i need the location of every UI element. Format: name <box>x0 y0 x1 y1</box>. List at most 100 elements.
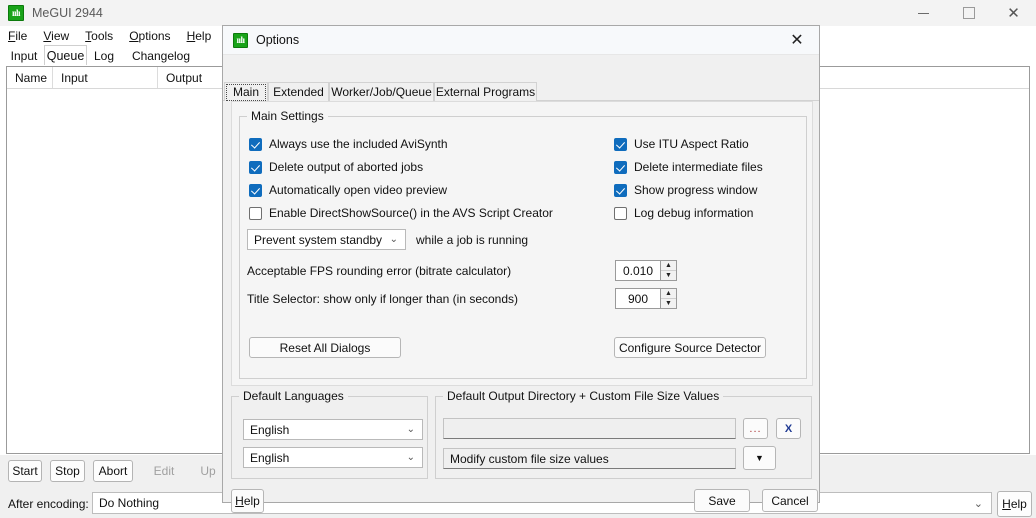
cancel-button[interactable]: Cancel <box>762 489 818 512</box>
spinner-up-icon[interactable]: ▲ <box>661 289 676 299</box>
options-dialog: ıılı Options ✕ Main Extended Worker/Job/… <box>222 25 820 503</box>
checkbox-delete-output-aborted-jobs[interactable]: Delete output of aborted jobs <box>249 160 423 174</box>
fps-rounding-label: Acceptable FPS rounding error (bitrate c… <box>247 264 511 278</box>
spinner-down-icon[interactable]: ▼ <box>661 299 676 308</box>
window-controls: ✕ <box>901 0 1036 26</box>
checkbox-label: Delete intermediate files <box>634 160 763 174</box>
megui-logo-icon: ıılı <box>8 5 24 21</box>
title-selector-label: Title Selector: show only if longer than… <box>247 292 518 306</box>
spinner-buttons[interactable]: ▲ ▼ <box>660 260 677 281</box>
checkbox-log-debug-information[interactable]: Log debug information <box>614 206 753 220</box>
abort-button[interactable]: Abort <box>93 460 133 482</box>
tab-worker-job-queue[interactable]: Worker/Job/Queue <box>329 82 434 101</box>
column-header-input[interactable]: Input <box>53 67 158 88</box>
fps-rounding-spinner[interactable]: 0.010 ▲ ▼ <box>615 260 677 281</box>
title-selector-value[interactable]: 900 <box>615 288 660 309</box>
fps-rounding-value[interactable]: 0.010 <box>615 260 660 281</box>
checkbox-indicator <box>614 161 627 174</box>
chevron-down-icon: ⌄ <box>974 497 983 510</box>
menu-item-view[interactable]: View <box>35 29 77 43</box>
tab-input[interactable]: Input <box>4 47 44 65</box>
tab-log[interactable]: Log <box>89 47 119 65</box>
menu-item-options-rest: ptions <box>139 29 171 43</box>
tab-queue[interactable]: Queue <box>44 45 87 65</box>
start-button[interactable]: Start <box>8 460 42 482</box>
checkbox-label: Always use the included AviSynth <box>269 137 448 151</box>
checkbox-show-progress-window[interactable]: Show progress window <box>614 183 757 197</box>
chevron-down-icon: ⌄ <box>407 423 415 434</box>
custom-file-size-input[interactable]: Modify custom file size values <box>443 448 736 469</box>
minimize-icon[interactable] <box>901 0 946 26</box>
checkbox-label: Automatically open video preview <box>269 183 447 197</box>
main-help-button[interactable]: Help <box>997 491 1032 517</box>
menu-item-help[interactable]: Help <box>179 29 220 43</box>
checkbox-label: Delete output of aborted jobs <box>269 160 423 174</box>
default-output-group-label: Default Output Directory + Custom File S… <box>443 389 723 403</box>
checkbox-delete-intermediate-files[interactable]: Delete intermediate files <box>614 160 763 174</box>
menu-item-file-rest: ile <box>15 29 27 43</box>
checkbox-indicator <box>249 207 262 220</box>
checkbox-label: Log debug information <box>634 206 753 220</box>
default-language-combo-2[interactable]: English ⌄ <box>243 447 423 468</box>
default-language-1-value: English <box>250 423 289 437</box>
triangle-down-icon[interactable]: ▼ <box>743 446 776 470</box>
system-standby-value: Prevent system standby <box>254 233 382 247</box>
checkbox-auto-open-video-preview[interactable]: Automatically open video preview <box>249 183 447 197</box>
tab-external-programs[interactable]: External Programs <box>434 82 537 101</box>
dialog-help-button-rest: elp <box>244 494 260 508</box>
spinner-down-icon[interactable]: ▼ <box>661 271 676 280</box>
default-languages-group-label: Default Languages <box>239 389 348 403</box>
configure-source-detector-button[interactable]: Configure Source Detector <box>614 337 766 358</box>
custom-file-size-value: Modify custom file size values <box>450 452 609 466</box>
spinner-buttons[interactable]: ▲ ▼ <box>660 288 677 309</box>
menu-item-help-rest: elp <box>195 29 211 43</box>
default-languages-group: Default Languages English ⌄ English ⌄ <box>231 389 428 479</box>
clear-path-button[interactable]: X <box>776 418 801 439</box>
checkbox-indicator <box>249 184 262 197</box>
menu-item-tools[interactable]: Tools <box>77 29 121 43</box>
after-encoding-label: After encoding: <box>8 497 89 511</box>
column-header-name[interactable]: Name <box>7 67 53 88</box>
close-icon[interactable]: ✕ <box>991 0 1036 26</box>
close-icon[interactable]: ✕ <box>775 26 819 54</box>
options-tabstrip: Main Extended Worker/Job/Queue External … <box>223 82 819 101</box>
save-button[interactable]: Save <box>694 489 750 512</box>
chevron-down-icon: ⌄ <box>390 233 398 244</box>
checkbox-indicator <box>614 207 627 220</box>
checkbox-enable-directshowsource[interactable]: Enable DirectShowSource() in the AVS Scr… <box>249 206 553 220</box>
options-dialog-titlebar: ıılı Options ✕ <box>223 26 819 55</box>
tab-main[interactable]: Main <box>224 82 268 101</box>
maximize-icon[interactable] <box>946 0 991 26</box>
chevron-down-icon: ⌄ <box>407 451 415 462</box>
main-window-titlebar: ıılı MeGUI 2944 ✕ <box>0 0 1036 26</box>
main-tab-panel: Main Settings Always use the included Av… <box>231 101 813 386</box>
spinner-up-icon[interactable]: ▲ <box>661 261 676 271</box>
main-help-button-rest: elp <box>1011 497 1027 511</box>
after-encoding-value: Do Nothing <box>99 496 159 510</box>
default-language-combo-1[interactable]: English ⌄ <box>243 419 423 440</box>
dialog-help-button[interactable]: Help <box>231 489 264 513</box>
reset-all-dialogs-button[interactable]: Reset All Dialogs <box>249 337 401 358</box>
menu-item-file[interactable]: File <box>0 29 35 43</box>
megui-logo-icon: ıılı <box>233 33 248 48</box>
default-output-path-input[interactable] <box>443 418 736 439</box>
checkbox-label: Show progress window <box>634 183 757 197</box>
checkbox-use-itu-aspect-ratio[interactable]: Use ITU Aspect Ratio <box>614 137 749 151</box>
system-standby-combo[interactable]: Prevent system standby ⌄ <box>247 229 406 250</box>
menu-item-options[interactable]: Options <box>121 29 178 43</box>
checkbox-indicator <box>614 184 627 197</box>
checkbox-label: Enable DirectShowSource() in the AVS Scr… <box>269 206 553 220</box>
checkbox-always-use-avisynth[interactable]: Always use the included AviSynth <box>249 137 448 151</box>
main-settings-group-label: Main Settings <box>247 109 328 123</box>
stop-button[interactable]: Stop <box>50 460 85 482</box>
default-language-2-value: English <box>250 451 289 465</box>
main-settings-group: Main Settings Always use the included Av… <box>239 109 807 379</box>
browse-folder-button[interactable]: ... <box>743 418 768 439</box>
tab-extended[interactable]: Extended <box>268 82 329 101</box>
edit-button: Edit <box>145 460 183 482</box>
checkbox-indicator <box>249 138 262 151</box>
title-selector-spinner[interactable]: 900 ▲ ▼ <box>615 288 677 309</box>
tab-changelog[interactable]: Changelog <box>125 47 197 65</box>
focus-ring <box>226 84 266 101</box>
checkbox-indicator <box>249 161 262 174</box>
